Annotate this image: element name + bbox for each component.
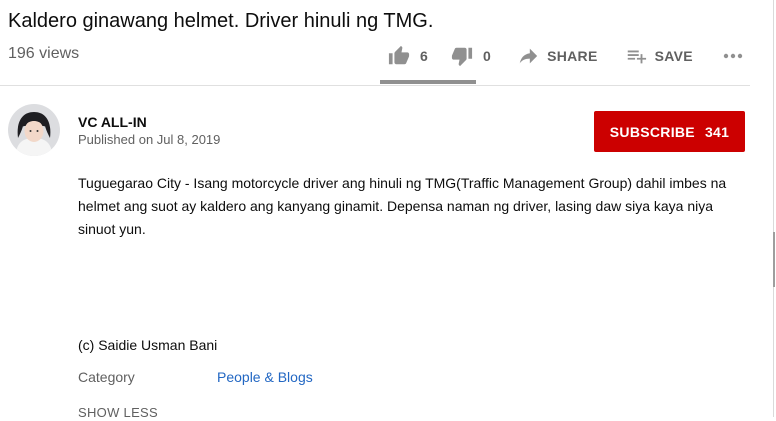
dislike-count: 0 [483,48,492,64]
subscribe-button[interactable]: SUBSCRIBE 341 [594,111,745,152]
description-credit: (c) Saidie Usman Bani [78,337,218,353]
view-count: 196 views [8,45,80,62]
more-horiz-icon [723,53,743,59]
subscribe-label: SUBSCRIBE [609,123,695,140]
like-button[interactable]: 6 [380,45,436,67]
category-label: Category [78,369,135,385]
video-title: Kaldero ginawang helmet. Driver hinuli n… [8,10,434,32]
save-button[interactable]: SAVE [625,45,693,67]
share-button[interactable]: SHARE [517,45,598,67]
video-actions-bar: 6 0 SHARE SAVE [380,38,745,74]
video-description: Tuguegarao City - Isang motorcycle drive… [78,175,727,237]
divider [0,85,750,86]
share-icon [519,48,538,64]
sentiment-bar [380,80,476,84]
category-link[interactable]: People & Blogs [217,367,313,387]
subscriber-count: 341 [704,123,730,140]
scrollbar-track [773,0,774,417]
scrollbar-thumb[interactable] [773,232,775,287]
like-count: 6 [420,48,429,64]
save-label: SAVE [654,48,693,64]
channel-avatar[interactable] [8,104,60,156]
channel-name[interactable]: VC ALL-IN [78,113,147,131]
more-actions-button[interactable] [721,44,745,68]
share-label: SHARE [547,48,598,64]
show-less-button[interactable]: SHOW LESS [78,405,158,421]
dislike-button[interactable]: 0 [451,45,491,67]
thumb-down-icon [451,47,473,67]
playlist-add-icon [627,50,646,64]
thumb-up-icon [388,45,410,65]
publish-date: Published on Jul 8, 2019 [78,132,221,147]
